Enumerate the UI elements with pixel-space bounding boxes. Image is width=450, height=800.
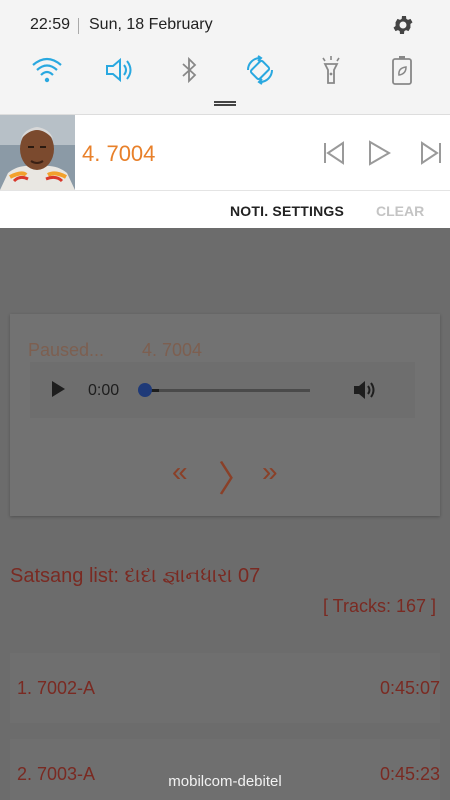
rotate-icon — [247, 55, 273, 85]
flashlight-toggle[interactable] — [313, 52, 349, 88]
clock: 22:59 — [30, 16, 71, 33]
audio-play-icon[interactable] — [52, 381, 65, 397]
play-button[interactable] — [361, 135, 397, 171]
audio-time: 0:00 — [88, 382, 120, 399]
portrait-image — [0, 115, 75, 190]
skip-previous-icon — [324, 141, 344, 165]
battery-saver-icon — [392, 56, 412, 85]
list-item[interactable]: 2. 7003-A 0:45:23 — [10, 739, 440, 800]
shade-drag-handle[interactable] — [214, 101, 236, 106]
sound-toggle[interactable] — [101, 52, 137, 88]
audio-controls: 0:00 — [30, 362, 415, 418]
media-notification[interactable]: 4. 7004 NOTI. SETTINGS CLEAR — [0, 114, 450, 228]
flashlight-icon — [322, 56, 340, 84]
list-item[interactable]: 1. 7002-A 0:45:07 — [10, 653, 440, 723]
notification-actions: NOTI. SETTINGS CLEAR — [0, 191, 450, 229]
rewind-button[interactable]: « — [172, 456, 188, 488]
tracks-count: [ Tracks: 167 ] — [322, 596, 436, 616]
album-art — [0, 115, 75, 190]
satsang-list-title: Satsang list: દાદા જ્ઞાનધારા 07 — [10, 565, 261, 587]
list-item-duration: 0:45:07 — [379, 678, 440, 698]
play-icon — [369, 140, 391, 166]
noti-settings-button[interactable]: NOTI. SETTINGS — [230, 203, 344, 219]
toggle-button[interactable]: 〉 — [218, 450, 254, 502]
next-button[interactable] — [413, 135, 449, 171]
notification-shade: 22:59 Sun, 18 February — [0, 0, 450, 114]
previous-button[interactable] — [316, 135, 352, 171]
gear-icon[interactable] — [391, 13, 415, 37]
notification-title: 4. 7004 — [82, 141, 156, 166]
forward-button[interactable]: » — [262, 456, 278, 488]
carrier-label: mobilcom-debitel — [168, 773, 282, 790]
date: Sun, 18 February — [89, 16, 213, 33]
seek-track[interactable] — [145, 389, 310, 392]
power-saving-toggle[interactable] — [384, 52, 420, 88]
volume-icon[interactable] — [352, 378, 378, 402]
player-track: 4. 7004 — [142, 340, 203, 360]
auto-rotate-toggle[interactable] — [242, 52, 278, 88]
clear-button[interactable]: CLEAR — [376, 203, 424, 219]
bluetooth-icon — [182, 56, 197, 84]
app-background: Paused... 4. 7004 0:00 « 〉 » Satsang lis… — [0, 228, 450, 800]
wifi-icon — [32, 57, 62, 83]
seek-knob[interactable] — [138, 383, 152, 397]
wifi-toggle[interactable] — [29, 52, 65, 88]
player-status: Paused... — [28, 340, 105, 360]
player-card: Paused... 4. 7004 0:00 « 〉 » — [10, 314, 440, 516]
quick-settings-row — [0, 52, 450, 92]
volume-icon — [106, 57, 132, 83]
status-row: 22:59 Sun, 18 February — [0, 0, 450, 50]
status-divider — [78, 18, 79, 34]
skip-next-icon — [421, 141, 441, 165]
list-item-name: 1. 7002-A — [17, 678, 96, 698]
bluetooth-toggle[interactable] — [171, 52, 207, 88]
